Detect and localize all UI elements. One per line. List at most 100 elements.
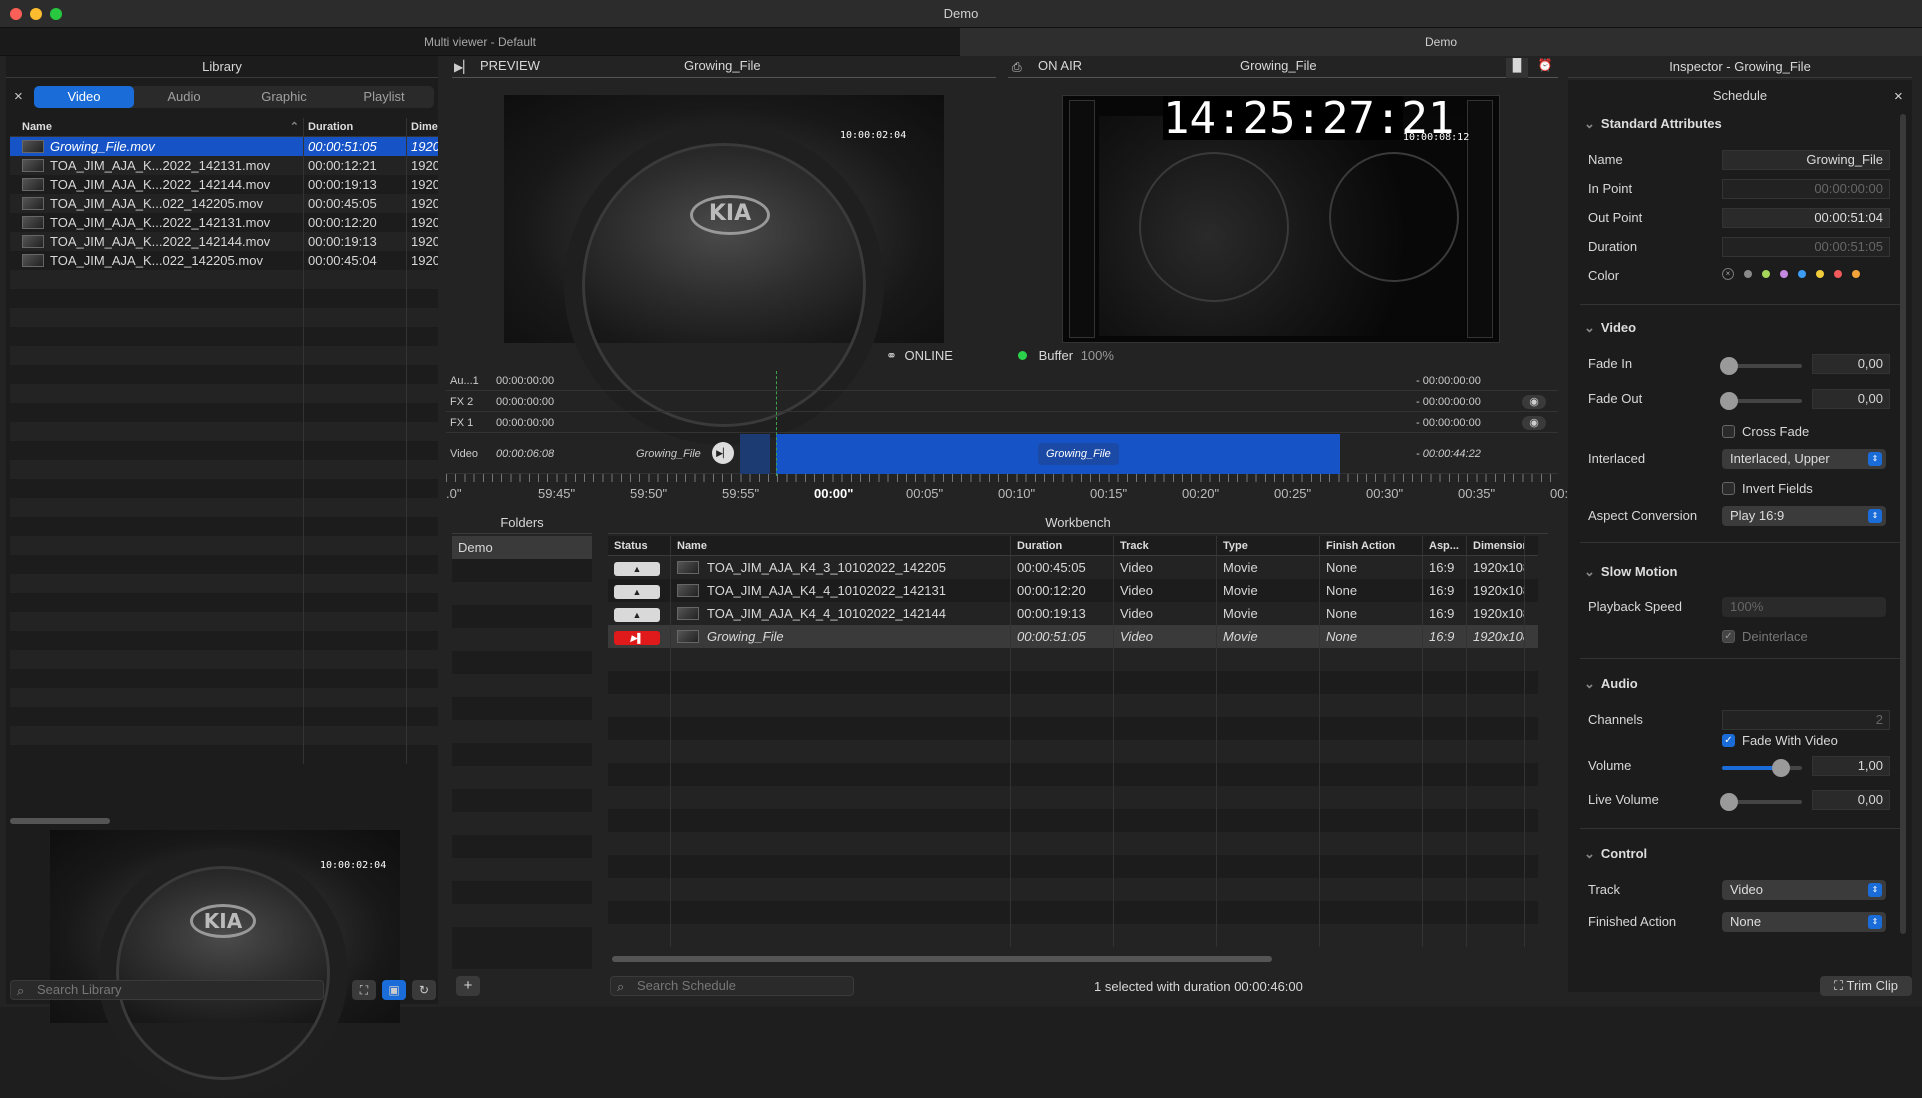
library-row[interactable]: TOA_JIM_AJA_K...022_142205.mov 00:00:45:0… (10, 251, 438, 270)
color-swatch[interactable] (1744, 270, 1752, 278)
folder-empty-row (452, 743, 592, 766)
workbench-row[interactable]: ▲ TOA_JIM_AJA_K4_4_10102022_142144 00:00:1… (608, 602, 1538, 625)
fit-view-icon[interactable]: ⛶ (352, 980, 376, 1000)
fade-out-slider[interactable] (1720, 392, 1802, 410)
slider-knob[interactable] (1720, 793, 1738, 811)
library-row[interactable]: TOA_JIM_AJA_K...2022_142131.mov 00:00:12:… (10, 156, 438, 175)
fade-out-field[interactable]: 0,00 (1812, 389, 1890, 409)
cross-fade-checkbox[interactable] (1722, 425, 1735, 438)
live-volume-field[interactable]: 0,00 (1812, 790, 1890, 810)
section-control[interactable]: ⌄ Control (1584, 846, 1647, 862)
playhead[interactable] (776, 371, 777, 476)
color-swatch[interactable] (1816, 270, 1824, 278)
thumbnail-view-icon[interactable]: ▣ (382, 980, 406, 1000)
slider-knob[interactable] (1772, 759, 1790, 777)
track-select[interactable]: Video ⇕ (1722, 880, 1886, 900)
column-duration[interactable]: Duration (304, 118, 407, 136)
trim-clip-button[interactable]: ⛶ Trim Clip (1820, 976, 1912, 996)
status-button[interactable]: ▲ (614, 585, 660, 599)
library-row[interactable]: TOA_JIM_AJA_K...2022_142144.mov 00:00:19:… (10, 232, 438, 251)
fade-with-video-checkbox[interactable]: ✓ (1722, 734, 1735, 747)
library-row[interactable]: TOA_JIM_AJA_K...2022_142144.mov 00:00:19:… (10, 175, 438, 194)
segment-video[interactable]: Video (34, 86, 134, 108)
workbench-row[interactable]: ▲ TOA_JIM_AJA_K4_3_10102022_142205 00:00:4… (608, 556, 1538, 579)
no-color-swatch[interactable]: × (1722, 268, 1734, 280)
color-swatch[interactable] (1762, 270, 1770, 278)
trim-icon: ⛶ (1834, 978, 1847, 993)
aspect-conversion-select[interactable]: Play 16:9 ⇕ (1722, 506, 1886, 526)
finished-action-select[interactable]: None ⇕ (1722, 912, 1886, 932)
search-schedule-input[interactable]: ⌕ Search Schedule (610, 976, 854, 996)
column-aspect[interactable]: Asp... (1423, 536, 1467, 555)
column-dimension[interactable]: Dimension (1467, 536, 1525, 555)
library-row[interactable]: TOA_JIM_AJA_K...2022_142131.mov 00:00:12:… (10, 213, 438, 232)
section-standard-attributes[interactable]: ⌄ Standard Attributes (1584, 116, 1722, 132)
volume-field[interactable]: 1,00 (1812, 756, 1890, 776)
inspector-scrollbar[interactable] (1900, 114, 1906, 934)
alarm-clock-icon[interactable]: ⏰ (1534, 58, 1556, 78)
workbench-horizontal-scrollbar[interactable] (612, 956, 1272, 962)
add-folder-button[interactable]: + (456, 976, 480, 996)
levels-icon[interactable]: ▐▌ (1506, 58, 1528, 78)
invert-fields-checkbox[interactable] (1722, 482, 1735, 495)
timeline-clip-growing-file[interactable]: Growing_File (776, 434, 1340, 474)
track-name: FX 2 (450, 396, 474, 408)
interlaced-select[interactable]: Interlaced, Upper ⇕ (1722, 449, 1886, 469)
section-audio[interactable]: ⌄ Audio (1584, 676, 1638, 692)
column-name[interactable]: Name ⌃ (10, 118, 304, 136)
out-point-field[interactable]: 00:00:51:04 (1722, 208, 1890, 228)
column-type[interactable]: Type (1217, 536, 1320, 555)
column-name[interactable]: Name (671, 536, 1011, 555)
play-next-icon[interactable]: ▶▏ (454, 60, 472, 74)
inspector-panel: Schedule × ⌄ Standard Attributes Name Gro… (1568, 80, 1912, 992)
color-swatch[interactable] (1852, 270, 1860, 278)
color-swatch[interactable] (1780, 270, 1788, 278)
fade-in-slider[interactable] (1720, 357, 1802, 375)
section-slow-motion[interactable]: ⌄ Slow Motion (1584, 564, 1677, 580)
folder-item-demo[interactable]: Demo (452, 536, 592, 559)
ruler-ticks (446, 474, 1558, 482)
clip-handle[interactable] (740, 434, 770, 474)
color-swatch[interactable] (1798, 270, 1806, 278)
slider-knob[interactable] (1720, 357, 1738, 375)
status-button[interactable]: ▲ (614, 608, 660, 622)
search-library-input[interactable]: ⌕ Search Library (10, 980, 324, 1000)
section-video[interactable]: ⌄ Video (1584, 320, 1636, 336)
ruler-tick-label: 00:20" (1182, 486, 1220, 501)
column-finish-action[interactable]: Finish Action (1320, 536, 1423, 555)
fade-in-field[interactable]: 0,00 (1812, 354, 1890, 374)
close-icon[interactable]: × (14, 88, 23, 105)
eye-icon[interactable]: ◉ (1522, 416, 1546, 430)
column-duration[interactable]: Duration (1011, 536, 1114, 555)
column-status[interactable]: Status (608, 536, 671, 555)
color-swatch[interactable] (1834, 270, 1842, 278)
column-track[interactable]: Track (1114, 536, 1217, 555)
tab-multi-viewer[interactable]: Multi viewer - Default (0, 28, 960, 56)
library-row[interactable]: Growing_File.mov 00:00:51:05 1920 (10, 137, 438, 156)
column-dimensions[interactable]: Dime (407, 118, 438, 136)
live-volume-slider[interactable] (1720, 793, 1802, 811)
refresh-icon[interactable]: ↻ (412, 980, 436, 1000)
camera-icon: ⎙ (1012, 60, 1022, 74)
play-clip-icon[interactable]: ▶▏ (712, 442, 734, 464)
inspector-tab-schedule[interactable]: Schedule (1568, 88, 1912, 103)
status-button[interactable]: ▲ (614, 562, 660, 576)
volume-slider[interactable] (1722, 759, 1802, 777)
eye-icon[interactable]: ◉ (1522, 395, 1546, 409)
slider-knob[interactable] (1720, 392, 1738, 410)
workbench-row[interactable]: ▲ TOA_JIM_AJA_K4_4_10102022_142131 00:00:1… (608, 579, 1538, 602)
library-row[interactable]: TOA_JIM_AJA_K...022_142205.mov 00:00:45:0… (10, 194, 438, 213)
library-empty-row (10, 726, 438, 745)
library-horizontal-scrollbar[interactable] (10, 818, 110, 824)
status-button[interactable]: ▶▌ (614, 631, 660, 645)
name-field[interactable]: Growing_File (1722, 150, 1890, 170)
close-icon[interactable]: × (1894, 88, 1903, 105)
segment-playlist[interactable]: Playlist (334, 86, 434, 108)
in-point-field[interactable]: 00:00:00:00 (1722, 179, 1890, 199)
folder-empty-row (452, 605, 592, 628)
segment-graphic[interactable]: Graphic (234, 86, 334, 108)
preview-clip-name: Growing_File (684, 58, 761, 73)
tab-demo[interactable]: Demo (960, 28, 1922, 56)
segment-audio[interactable]: Audio (134, 86, 234, 108)
workbench-row[interactable]: ▶▌ Growing_File 00:00:51:05 Video Movie None 1… (608, 625, 1538, 648)
